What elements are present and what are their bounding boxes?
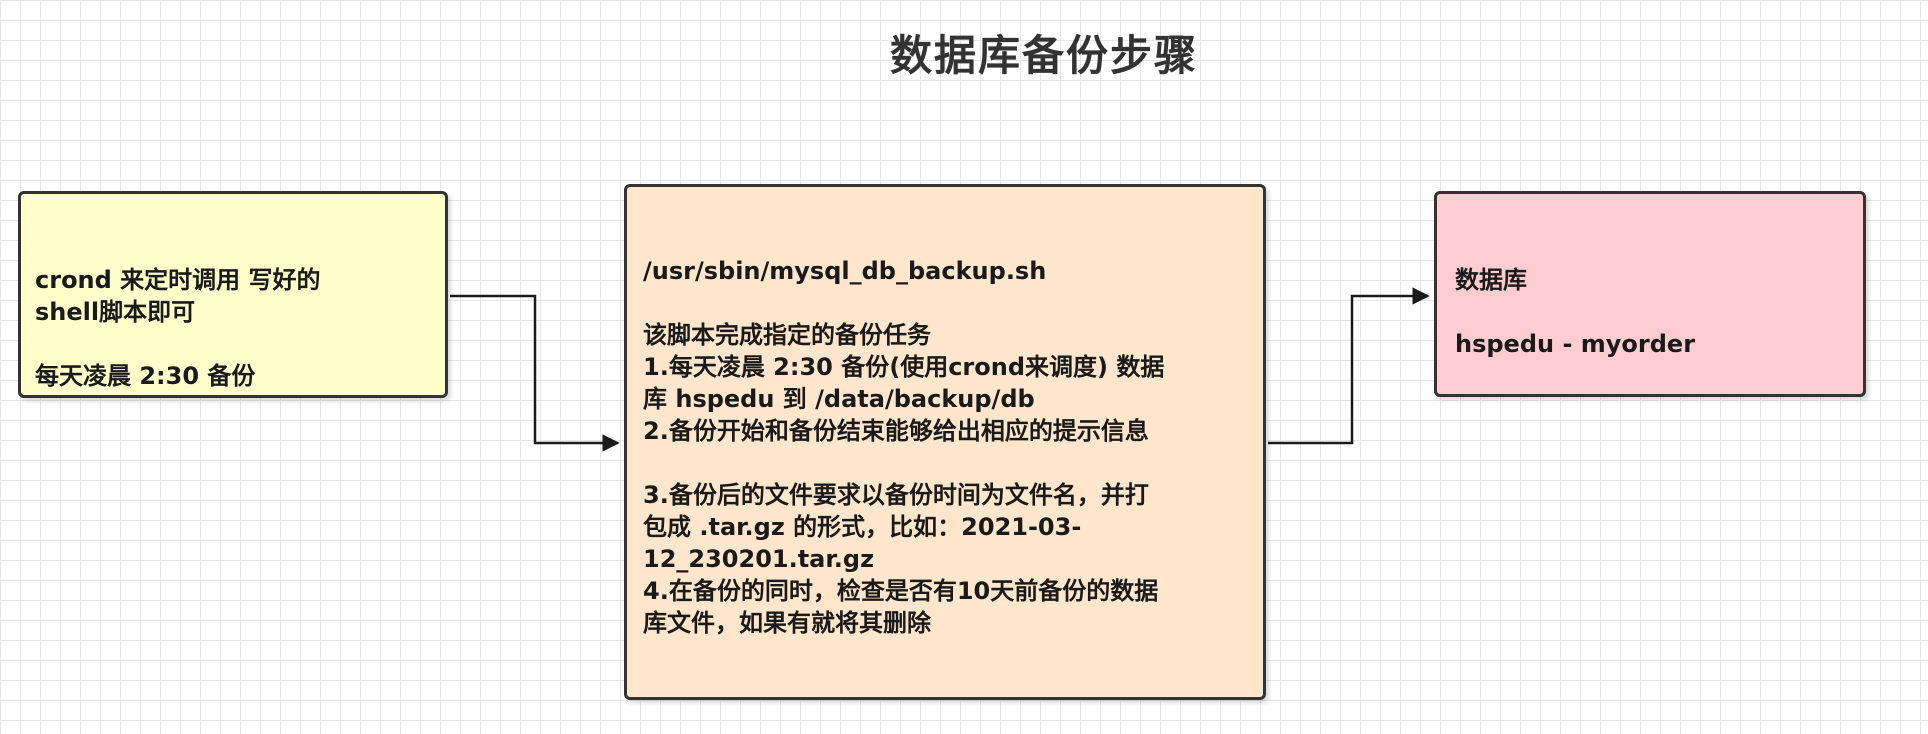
arrow-script-to-database: [1268, 287, 1430, 445]
database-text: 数据库 hspedu - myorder: [1455, 266, 1696, 358]
diagram-title: 数据库备份步骤: [890, 31, 1199, 80]
backup-script-node[interactable]: /usr/sbin/mysql_db_backup.sh 该脚本完成指定的备份任…: [624, 184, 1266, 700]
arrow-trigger-to-script: [450, 294, 620, 452]
backup-script-text: /usr/sbin/mysql_db_backup.sh 该脚本完成指定的备份任…: [643, 257, 1165, 637]
crond-trigger-text: crond 来定时调用 写好的 shell脚本即可 每天凌晨 2:30 备份: [35, 266, 321, 390]
database-node[interactable]: 数据库 hspedu - myorder: [1434, 191, 1866, 397]
crond-trigger-node[interactable]: crond 来定时调用 写好的 shell脚本即可 每天凌晨 2:30 备份: [18, 191, 448, 398]
